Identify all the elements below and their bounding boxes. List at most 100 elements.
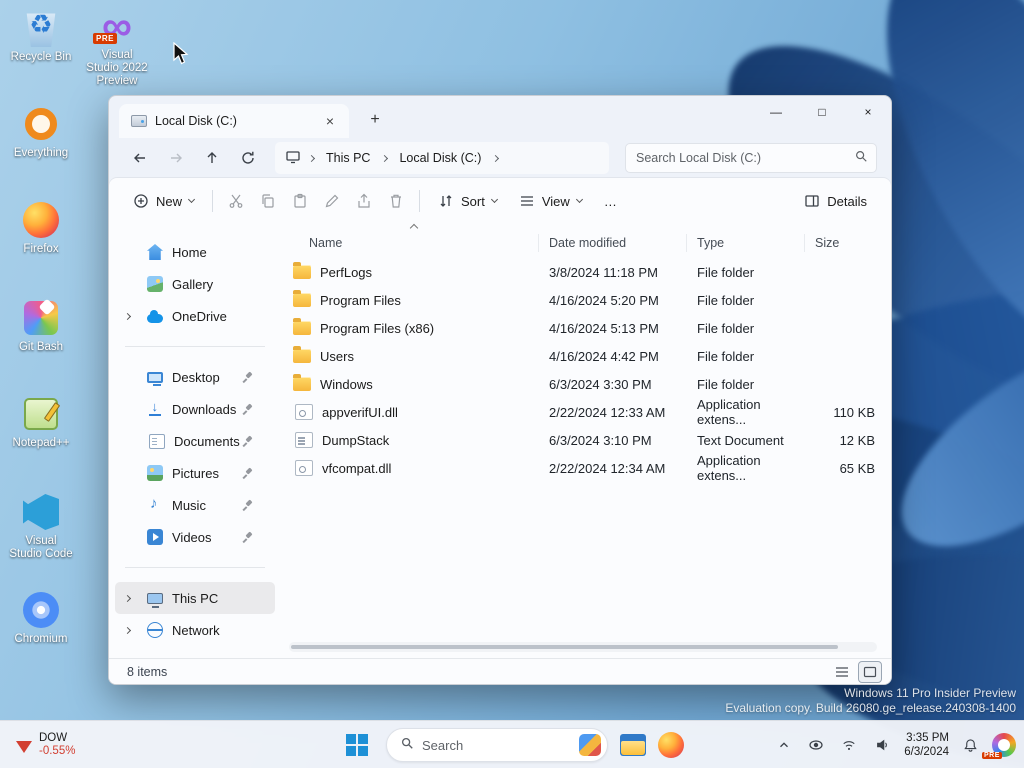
breadcrumb: This PC Local Disk (C:): [275, 142, 609, 174]
start-button[interactable]: [340, 728, 374, 762]
notification-bell-icon[interactable]: [960, 735, 981, 756]
sidebar-item-downloads[interactable]: Downloads: [115, 393, 275, 425]
share-button[interactable]: [349, 185, 379, 217]
taskbar-file-explorer-icon[interactable]: [620, 734, 646, 756]
minimize-button[interactable]: —: [753, 96, 799, 128]
windows-logo-icon: [346, 734, 356, 744]
chevron-right-icon[interactable]: [123, 594, 132, 602]
column-header-type[interactable]: Type: [687, 234, 805, 252]
table-row[interactable]: vfcompat.dll 2/22/2024 12:34 AM Applicat…: [287, 453, 881, 483]
file-date: 3/8/2024 11:18 PM: [549, 264, 658, 280]
large-icons-view-button[interactable]: [858, 660, 882, 683]
hidden-icons-chevron[interactable]: [774, 735, 794, 755]
up-button[interactable]: [197, 143, 227, 173]
command-toolbar: New Sort View … Details: [109, 178, 891, 224]
onedrive-icon: [147, 310, 163, 323]
sidebar-item-label: OneDrive: [172, 308, 227, 324]
horizontal-scrollbar[interactable]: [289, 642, 877, 652]
file-type: File folder: [697, 264, 755, 280]
sort-button[interactable]: Sort: [428, 184, 507, 218]
view-button[interactable]: View: [509, 184, 592, 218]
search-input[interactable]: [636, 151, 854, 165]
file-name: appverifUI.dll: [322, 404, 398, 420]
taskbar-firefox-icon[interactable]: [658, 732, 684, 758]
table-row[interactable]: Windows 6/3/2024 3:30 PM File folder: [287, 370, 881, 398]
search-label: Search: [422, 737, 464, 753]
git-bash-icon: [24, 301, 58, 335]
pin-icon: [243, 468, 253, 478]
drive-icon: [131, 115, 147, 127]
table-row[interactable]: Program Files 4/16/2024 5:20 PM File fol…: [287, 286, 881, 314]
sidebar-item-onedrive[interactable]: OneDrive: [115, 300, 275, 332]
pictures-icon: [147, 465, 163, 481]
desktop-icon-visual-studio[interactable]: ∞ PRE Visual Studio 2022 Preview: [84, 5, 150, 88]
new-tab-button[interactable]: +: [361, 106, 389, 134]
monitor-icon[interactable]: [285, 149, 301, 168]
navigation-pane: Home Gallery OneDrive Desktop ↓ Download…: [109, 224, 281, 658]
sidebar-item-network[interactable]: Network: [115, 614, 275, 646]
table-row[interactable]: Program Files (x86) 4/16/2024 5:13 PM Fi…: [287, 314, 881, 342]
more-options-button[interactable]: …: [594, 184, 627, 218]
column-header-name[interactable]: Name: [287, 234, 539, 252]
table-row[interactable]: PerfLogs 3/8/2024 11:18 PM File folder: [287, 258, 881, 286]
refresh-button[interactable]: [233, 143, 263, 173]
file-explorer-window: Local Disk (C:) × + — □ × This PC Local …: [108, 95, 892, 685]
desktop-icon-vscode[interactable]: Visual Studio Code: [8, 492, 74, 561]
sidebar-item-music[interactable]: Music: [115, 489, 275, 521]
desktop-icon-firefox[interactable]: Firefox: [8, 200, 74, 256]
widget-title: DOW: [39, 732, 68, 744]
breadcrumb-this-pc[interactable]: This PC: [322, 149, 374, 167]
evaluation-watermark: Windows 11 Pro Insider Preview Evaluatio…: [725, 686, 1016, 716]
forward-button[interactable]: [161, 143, 191, 173]
sidebar-item-this-pc[interactable]: This PC: [115, 582, 275, 614]
file-type: File folder: [697, 348, 755, 364]
desktop-icon-notepad-plus-plus[interactable]: Notepad++: [8, 394, 74, 450]
scrollbar-thumb[interactable]: [291, 645, 838, 649]
close-button[interactable]: ×: [845, 96, 891, 128]
back-button[interactable]: [125, 143, 155, 173]
details-pane-button[interactable]: Details: [794, 184, 877, 218]
maximize-button[interactable]: □: [799, 96, 845, 128]
table-row[interactable]: appverifUI.dll 2/22/2024 12:33 AM Applic…: [287, 397, 881, 427]
insider-app-icon[interactable]: PRE: [982, 733, 1016, 759]
rename-button[interactable]: [317, 185, 347, 217]
desktop-icon-git-bash[interactable]: Git Bash: [8, 298, 74, 354]
weather-stocks-widget[interactable]: DOW -0.55%: [6, 721, 85, 768]
volume-icon[interactable]: [871, 735, 893, 755]
item-count: 8 items: [127, 664, 168, 679]
delete-button[interactable]: [381, 185, 411, 217]
tab-close-button[interactable]: ×: [319, 110, 341, 132]
desktop-icon-everything[interactable]: Everything: [8, 104, 74, 160]
copy-button[interactable]: [253, 185, 283, 217]
chevron-right-icon[interactable]: [123, 312, 132, 320]
taskbar-clock[interactable]: 3:35 PM 6/3/2024: [904, 731, 949, 759]
search-box[interactable]: [625, 143, 877, 173]
sidebar-item-documents[interactable]: Documents: [115, 425, 275, 457]
desktop-icon-chromium[interactable]: Chromium: [8, 590, 74, 646]
sidebar-item-gallery[interactable]: Gallery: [115, 268, 275, 300]
cut-button[interactable]: [221, 185, 251, 217]
chevron-right-icon[interactable]: [123, 626, 132, 634]
details-view-button[interactable]: [831, 662, 853, 682]
table-row[interactable]: DumpStack 6/3/2024 3:10 PM Text Document…: [287, 426, 881, 454]
pin-icon: [243, 436, 253, 446]
explorer-tab[interactable]: Local Disk (C:) ×: [119, 104, 349, 138]
desktop-icon-recycle-bin[interactable]: ♻ Recycle Bin: [8, 8, 74, 64]
wifi-icon[interactable]: [838, 735, 860, 755]
table-row[interactable]: Users 4/16/2024 4:42 PM File folder: [287, 342, 881, 370]
new-button[interactable]: New: [123, 184, 204, 218]
sidebar-item-videos[interactable]: Videos: [115, 521, 275, 553]
privacy-eye-icon[interactable]: [805, 735, 827, 755]
sidebar-item-pictures[interactable]: Pictures: [115, 457, 275, 489]
column-header-size[interactable]: Size: [805, 234, 881, 252]
sidebar-item-label: Pictures: [172, 465, 219, 481]
taskbar-search[interactable]: Search: [386, 728, 608, 762]
paste-button[interactable]: [285, 185, 315, 217]
column-header-date-modified[interactable]: Date modified: [539, 234, 687, 252]
sidebar-item-desktop[interactable]: Desktop: [115, 361, 275, 393]
pin-icon: [243, 372, 253, 382]
chromium-icon: [23, 592, 59, 628]
toolbar-divider: [212, 190, 214, 212]
breadcrumb-local-disk[interactable]: Local Disk (C:): [395, 149, 485, 167]
sidebar-item-home[interactable]: Home: [115, 236, 275, 268]
